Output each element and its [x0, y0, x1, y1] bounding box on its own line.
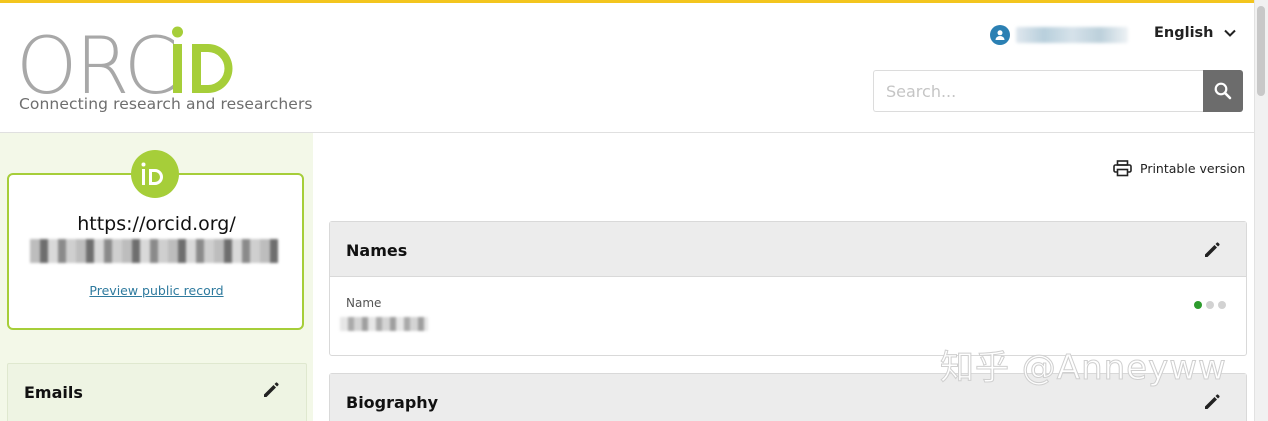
scrollbar-thumb[interactable] [1257, 6, 1265, 96]
visibility-dot-trusted [1206, 301, 1214, 309]
biography-panel: Biography [329, 373, 1247, 421]
search-input[interactable] [873, 70, 1204, 112]
name-value-redacted [340, 317, 428, 331]
biography-panel-header: Biography [330, 374, 1246, 421]
preview-public-record-link[interactable]: Preview public record [0, 283, 313, 298]
names-title: Names [346, 241, 408, 260]
user-name-redacted[interactable] [1016, 27, 1128, 43]
printer-icon [1113, 160, 1132, 177]
language-label: English [1154, 25, 1214, 41]
emails-section: Emails [7, 363, 307, 421]
edit-names-button[interactable] [1202, 240, 1222, 265]
orcid-id-redacted [30, 239, 278, 263]
name-field-label: Name [346, 296, 382, 310]
edit-biography-button[interactable] [1202, 392, 1222, 417]
pencil-icon [264, 382, 279, 397]
edit-emails-button[interactable] [261, 380, 281, 405]
names-panel-body: Name [330, 277, 1246, 355]
tagline: Connecting research and researchers [19, 95, 313, 113]
pencil-icon [1205, 242, 1220, 257]
printable-version-link[interactable]: Printable version [1113, 160, 1245, 177]
user-avatar-icon[interactable] [990, 25, 1010, 45]
visibility-dot-only-me [1218, 301, 1226, 309]
sidebar: https://orcid.org/ Preview public record… [0, 133, 313, 421]
printable-version-label: Printable version [1140, 161, 1246, 176]
biography-title: Biography [346, 393, 439, 412]
orcid-url-prefix: https://orcid.org/ [77, 213, 236, 235]
visibility-indicator[interactable] [1194, 301, 1226, 309]
names-panel: Names Name [329, 221, 1247, 356]
page-scrollbar[interactable] [1254, 0, 1268, 421]
pencil-icon [1205, 394, 1220, 409]
orcid-id-icon [131, 150, 179, 198]
names-panel-header: Names [330, 222, 1246, 277]
svg-text:ORC: ORC [16, 25, 176, 97]
site-header: ORC Connecting research and researchers … [0, 3, 1254, 133]
search-button[interactable] [1203, 70, 1243, 112]
user-menu[interactable] [990, 25, 1128, 45]
emails-title: Emails [24, 383, 83, 402]
visibility-dot-everyone [1194, 301, 1202, 309]
search-icon [1214, 82, 1232, 100]
language-selector[interactable]: English [1154, 25, 1236, 41]
orcid-logo[interactable]: ORC [16, 25, 256, 97]
chevron-down-icon [1223, 29, 1236, 37]
